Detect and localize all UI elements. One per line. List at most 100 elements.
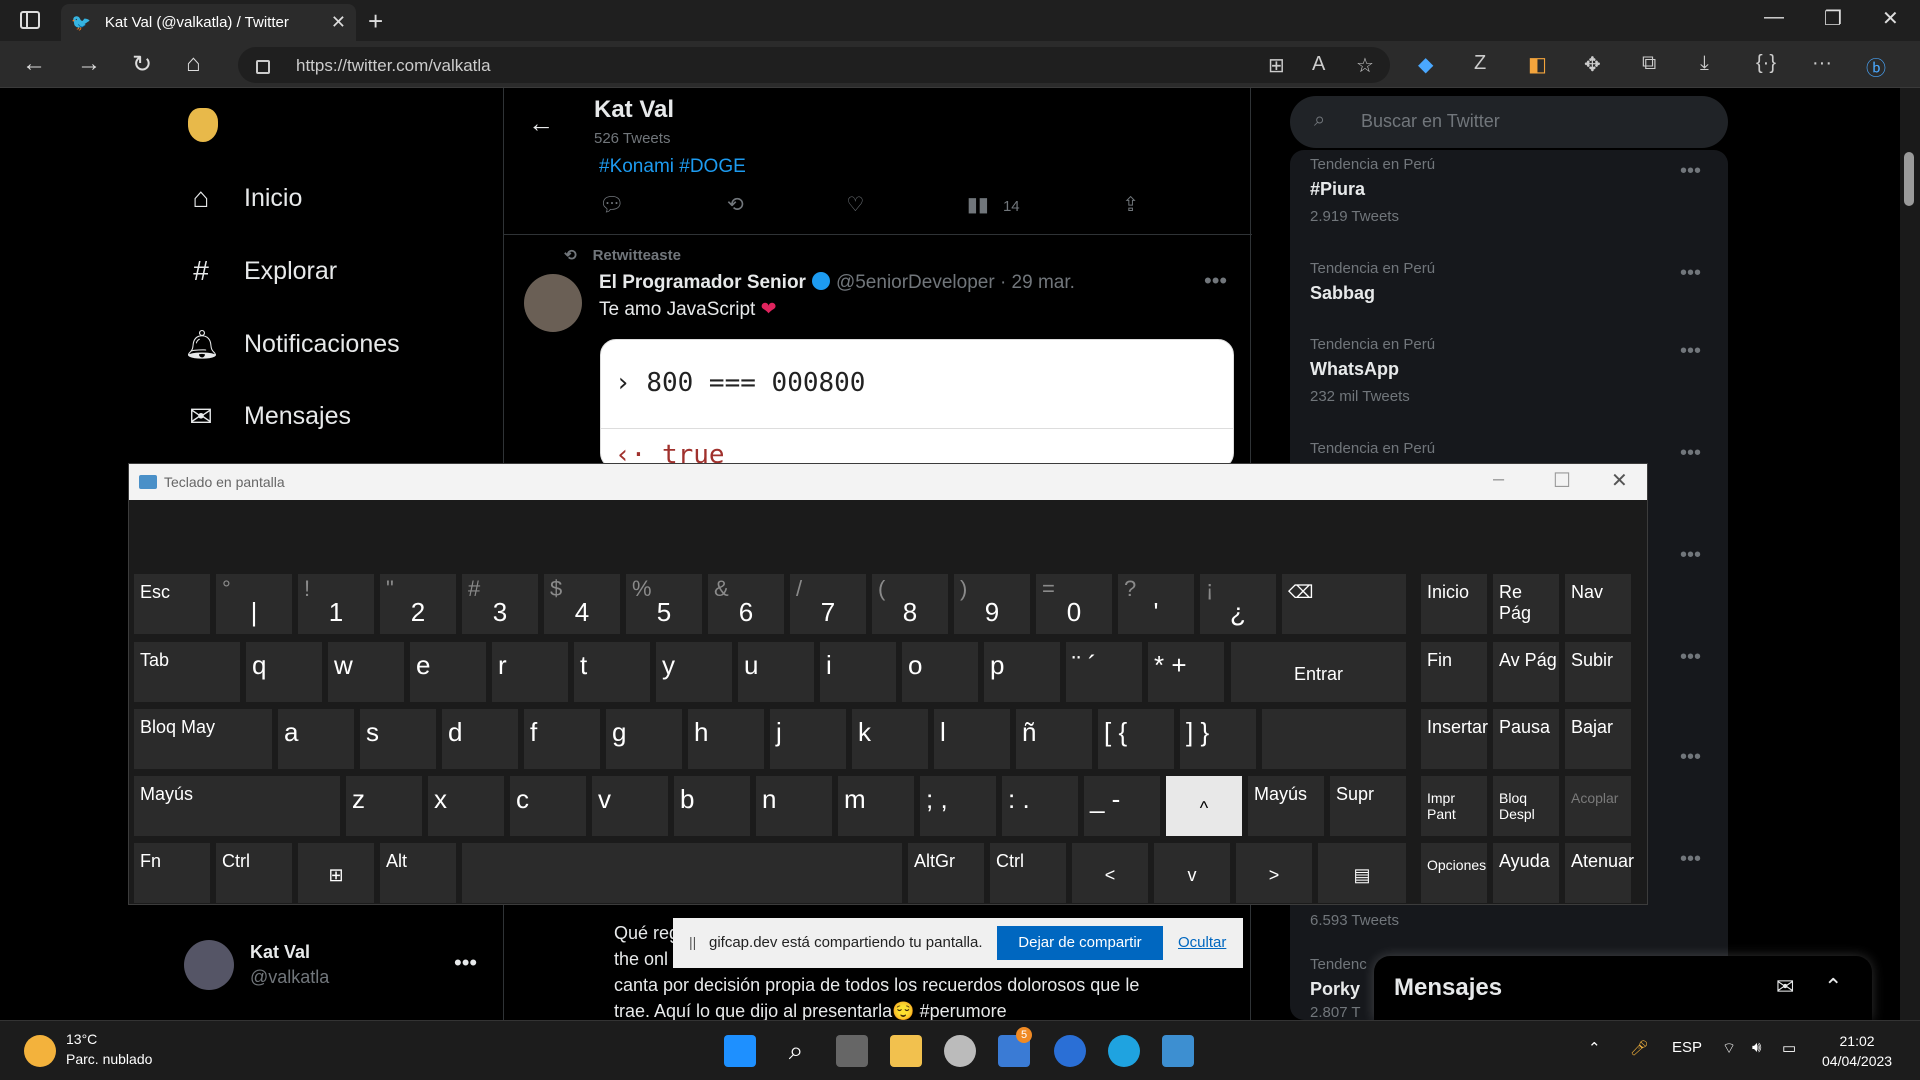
key[interactable]: : . xyxy=(1002,776,1078,836)
key-ctrl-right[interactable]: Ctrl xyxy=(990,843,1066,903)
key-side[interactable]: Bloq Despl xyxy=(1493,776,1559,836)
key-tab[interactable]: Tab xyxy=(134,642,240,702)
close-icon[interactable]: ✕ xyxy=(1611,468,1628,493)
volume-icon[interactable]: 🔊︎ xyxy=(1752,1039,1761,1056)
extension-z-icon[interactable]: Z xyxy=(1474,52,1486,75)
restore-icon[interactable]: ❐ xyxy=(1824,6,1842,31)
key-side[interactable]: Insertar xyxy=(1421,709,1488,769)
read-aloud-icon[interactable]: A xyxy=(1312,53,1325,76)
share-icon[interactable]: ⇪ xyxy=(1122,192,1139,217)
key-side[interactable]: Pausa xyxy=(1493,709,1559,769)
minimize-icon[interactable]: – xyxy=(1493,468,1504,491)
key[interactable]: " 2 xyxy=(380,574,456,634)
key-ctrl-left[interactable]: Ctrl xyxy=(216,843,292,903)
key-side[interactable]: Fin xyxy=(1421,642,1487,702)
trend-item[interactable]: Tendencia en Perú Sabbag xyxy=(1310,260,1435,304)
weather-widget[interactable]: 13°C Parc. nublado xyxy=(24,1031,152,1067)
key-delete[interactable]: Supr xyxy=(1330,776,1406,836)
trend-item[interactable]: Tendenc Porky 2.807 T xyxy=(1310,956,1367,1021)
key[interactable]: b xyxy=(674,776,750,836)
more-icon[interactable]: ••• xyxy=(1680,340,1701,363)
more-icon[interactable]: ••• xyxy=(1680,442,1701,465)
account-switcher[interactable]: Kat Val @valkatla xyxy=(184,940,329,990)
key[interactable]: % 5 xyxy=(626,574,702,634)
key[interactable]: f xyxy=(524,709,600,769)
key[interactable]: & 6 xyxy=(708,574,784,634)
more-icon[interactable]: ••• xyxy=(1680,848,1701,871)
more-icon[interactable]: ••• xyxy=(1680,262,1701,285)
home-icon[interactable]: ⌂ xyxy=(186,50,201,78)
file-explorer-icon[interactable] xyxy=(890,1035,922,1067)
key[interactable]: d xyxy=(442,709,518,769)
nav-item-inicio[interactable]: ⌂ Inicio xyxy=(184,182,303,214)
key-space[interactable] xyxy=(462,843,902,903)
reply-icon[interactable]: 💬︎ xyxy=(599,192,624,217)
tweet-more-icon[interactable]: ••• xyxy=(1204,268,1227,294)
key-side[interactable]: Impr Pant xyxy=(1421,776,1487,836)
key-arrow-right[interactable]: > xyxy=(1236,843,1312,903)
key-side[interactable]: Subir xyxy=(1565,642,1631,702)
key[interactable]: ; , xyxy=(920,776,996,836)
author-handle[interactable]: @5eniorDeveloper xyxy=(836,272,995,293)
key-side[interactable]: Opciones xyxy=(1421,843,1487,903)
key[interactable]: ¡ ¿ xyxy=(1200,574,1276,634)
edge-icon[interactable] xyxy=(1108,1035,1140,1067)
key[interactable]: j xyxy=(770,709,846,769)
key[interactable]: o xyxy=(902,642,978,702)
author-name[interactable]: El Programador Senior xyxy=(599,272,806,293)
key[interactable]: t xyxy=(574,642,650,702)
key[interactable]: i xyxy=(820,642,896,702)
search-icon[interactable]: ⌕ xyxy=(780,1035,812,1067)
key[interactable]: x xyxy=(428,776,504,836)
nav-item-mensajes[interactable]: ✉ Mensajes xyxy=(184,400,351,433)
back-icon[interactable]: ← xyxy=(22,50,46,78)
browser-tab[interactable]: 🐦 Kat Val (@valkatla) / Twitter ✕ xyxy=(61,4,356,41)
key-windows[interactable]: ⊞ xyxy=(298,843,374,903)
key[interactable]: * + xyxy=(1148,642,1224,702)
key[interactable]: r xyxy=(492,642,568,702)
key-shift-left[interactable]: Mayús xyxy=(134,776,340,836)
messages-drawer[interactable]: Mensajes ✉ ⌃ xyxy=(1374,956,1872,1020)
drag-handle-icon[interactable]: || xyxy=(689,934,696,950)
key-alt[interactable]: Alt xyxy=(380,843,456,903)
key-context-menu[interactable]: ▤ xyxy=(1318,843,1406,903)
minimize-icon[interactable]: — xyxy=(1764,6,1784,29)
key-altgr[interactable]: AltGr xyxy=(908,843,984,903)
key[interactable]: $4 xyxy=(544,574,620,634)
expand-icon[interactable]: ⌃ xyxy=(1824,974,1842,1000)
collections-icon[interactable]: ⧉ xyxy=(1642,52,1656,75)
close-tab-icon[interactable]: ✕ xyxy=(331,12,346,33)
key[interactable]: ] } xyxy=(1180,709,1256,769)
key-enter[interactable]: Entrar xyxy=(1231,642,1406,702)
key[interactable]: k xyxy=(852,709,928,769)
key[interactable]: _ - xyxy=(1084,776,1160,836)
key[interactable]: u xyxy=(738,642,814,702)
key[interactable]: ? ' xyxy=(1118,574,1194,634)
more-icon[interactable]: ••• xyxy=(1680,544,1701,567)
key-side[interactable]: Atenuar xyxy=(1565,843,1634,903)
key[interactable]: y xyxy=(656,642,732,702)
tweet-date[interactable]: · 29 mar. xyxy=(1000,272,1075,293)
key[interactable]: m xyxy=(838,776,914,836)
key[interactable]: q xyxy=(246,642,322,702)
apps-icon[interactable]: ⊞ xyxy=(1268,53,1285,78)
more-icon[interactable]: ••• xyxy=(1680,160,1701,183)
key[interactable]: [ { xyxy=(1098,709,1174,769)
more-icon[interactable]: ••• xyxy=(1680,646,1701,669)
trend-item[interactable]: Tendencia en Perú xyxy=(1310,440,1435,457)
more-icon[interactable]: ••• xyxy=(1680,746,1701,769)
scrollbar-thumb[interactable] xyxy=(1904,152,1914,206)
refresh-icon[interactable]: ↻ xyxy=(132,50,152,79)
author-avatar[interactable] xyxy=(524,274,582,332)
doge-logo-icon[interactable] xyxy=(188,108,218,142)
key-esc[interactable]: Esc xyxy=(134,574,210,634)
key-caps-lock[interactable]: Bloq May xyxy=(134,709,272,769)
new-tab-icon[interactable]: + xyxy=(368,6,383,37)
key-side[interactable]: Re Pág xyxy=(1493,574,1559,634)
language-indicator[interactable]: ESP xyxy=(1672,1039,1702,1056)
url-bar[interactable]: https://twitter.com/valkatla ⊞ A ☆ xyxy=(238,47,1390,83)
key[interactable]: c xyxy=(510,776,586,836)
unity-icon[interactable] xyxy=(944,1035,976,1067)
key-side[interactable]: Bajar xyxy=(1565,709,1631,769)
tweet-image[interactable]: › 800 === 000800 ‹· true xyxy=(600,339,1234,469)
